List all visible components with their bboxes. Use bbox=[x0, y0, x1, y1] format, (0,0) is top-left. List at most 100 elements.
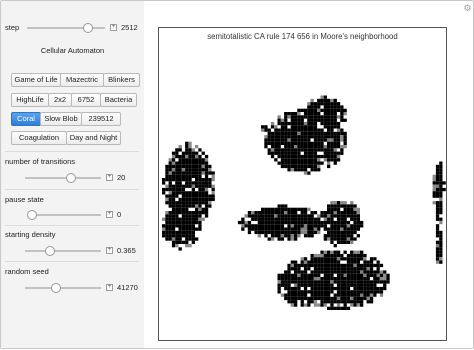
ca-cell bbox=[363, 270, 367, 274]
ca-cell bbox=[310, 283, 314, 287]
ca-cell bbox=[313, 227, 318, 231]
ca-cell bbox=[284, 125, 288, 129]
ca-cell bbox=[343, 303, 347, 307]
ca-cell bbox=[340, 257, 344, 261]
ca-cell bbox=[317, 303, 321, 307]
ca-cell bbox=[284, 128, 288, 132]
ca-cell bbox=[432, 184, 436, 188]
ca-cell bbox=[191, 194, 195, 198]
ca-cell bbox=[317, 273, 321, 277]
ca-cell bbox=[261, 214, 265, 218]
ca-cell bbox=[327, 211, 331, 215]
ca-cell bbox=[300, 260, 304, 264]
ca-cell bbox=[366, 260, 370, 264]
ca-cell bbox=[343, 293, 347, 297]
ca-cell bbox=[323, 220, 327, 225]
ca-cell bbox=[435, 191, 440, 195]
ca-cell bbox=[317, 293, 321, 297]
ca-cell bbox=[171, 211, 176, 215]
ca-cell bbox=[340, 105, 344, 109]
ca-cell bbox=[340, 115, 344, 119]
ca-cell bbox=[297, 108, 301, 112]
ca-cell bbox=[280, 293, 285, 297]
ca-cell bbox=[198, 197, 202, 202]
ca-cell bbox=[435, 257, 440, 261]
ca-cell bbox=[336, 158, 341, 162]
ca-cell bbox=[373, 280, 377, 284]
ca-cell bbox=[277, 220, 281, 225]
ca-cell bbox=[257, 217, 261, 221]
ca-cell bbox=[366, 286, 370, 291]
ca-cell bbox=[198, 174, 202, 178]
ca-cell bbox=[310, 148, 314, 152]
ca-cell bbox=[353, 270, 357, 274]
ca-cell bbox=[171, 164, 176, 169]
ca-cell bbox=[320, 211, 324, 215]
ca-cell bbox=[439, 171, 443, 175]
ca-cell bbox=[343, 286, 347, 291]
ca-cell bbox=[435, 240, 440, 244]
ca-cell bbox=[336, 115, 341, 119]
ca-cell bbox=[379, 286, 384, 291]
ca-cell bbox=[165, 201, 169, 205]
ca-cell bbox=[340, 237, 344, 241]
ca-cell bbox=[333, 227, 337, 231]
ca-cell bbox=[336, 303, 341, 307]
ca-cell bbox=[181, 184, 186, 188]
ca-cell bbox=[327, 257, 331, 261]
ca-cell bbox=[185, 211, 189, 215]
ca-cell bbox=[439, 257, 443, 261]
ca-cell bbox=[363, 277, 367, 281]
ca-cell bbox=[287, 267, 291, 271]
ca-cell bbox=[284, 141, 288, 145]
ca-cell bbox=[360, 290, 364, 294]
ca-cell bbox=[333, 230, 337, 235]
ca-cell bbox=[181, 161, 186, 165]
ca-cell bbox=[333, 158, 337, 162]
ca-cell bbox=[327, 306, 331, 310]
ca-cell bbox=[346, 283, 351, 287]
ca-cell bbox=[307, 105, 311, 109]
ca-cell bbox=[195, 191, 199, 195]
ca-cell bbox=[191, 187, 195, 192]
ca-cell bbox=[185, 161, 189, 165]
ca-cell bbox=[363, 283, 367, 287]
ca-cell bbox=[307, 300, 311, 304]
ca-cell bbox=[350, 237, 354, 241]
ca-cell bbox=[340, 227, 344, 231]
ca-cell bbox=[165, 220, 169, 225]
ca-cell bbox=[435, 174, 440, 178]
ca-cell bbox=[201, 194, 205, 198]
ca-cell bbox=[330, 151, 334, 155]
ca-cell bbox=[297, 161, 301, 165]
ca-cell bbox=[303, 296, 308, 301]
ca-cell bbox=[191, 168, 195, 172]
ca-cell bbox=[204, 161, 209, 165]
ca-cell bbox=[297, 164, 301, 169]
ca-cell bbox=[188, 220, 192, 225]
ca-cell bbox=[323, 277, 327, 281]
ca-cell bbox=[340, 214, 344, 218]
ca-cell bbox=[317, 214, 321, 218]
ca-cell bbox=[376, 263, 380, 268]
ca-cell bbox=[363, 280, 367, 284]
ca-cell bbox=[274, 211, 278, 215]
ca-cell bbox=[317, 131, 321, 136]
ca-cell bbox=[175, 171, 179, 175]
ca-cell bbox=[327, 154, 331, 159]
ca-cell bbox=[310, 286, 314, 291]
ca-cell bbox=[270, 145, 275, 149]
ca-cell bbox=[277, 227, 281, 231]
ca-cell bbox=[185, 204, 189, 208]
ca-cell bbox=[317, 263, 321, 268]
ca-cell bbox=[280, 125, 285, 129]
ca-cell bbox=[198, 201, 202, 205]
ca-cell bbox=[350, 270, 354, 274]
ca-cell bbox=[191, 181, 195, 185]
ca-cell bbox=[300, 154, 304, 159]
ca-cell bbox=[287, 145, 291, 149]
ca-cell bbox=[195, 184, 199, 188]
ca-cell bbox=[175, 191, 179, 195]
ca-cell bbox=[181, 201, 186, 205]
ca-cell bbox=[439, 237, 443, 241]
